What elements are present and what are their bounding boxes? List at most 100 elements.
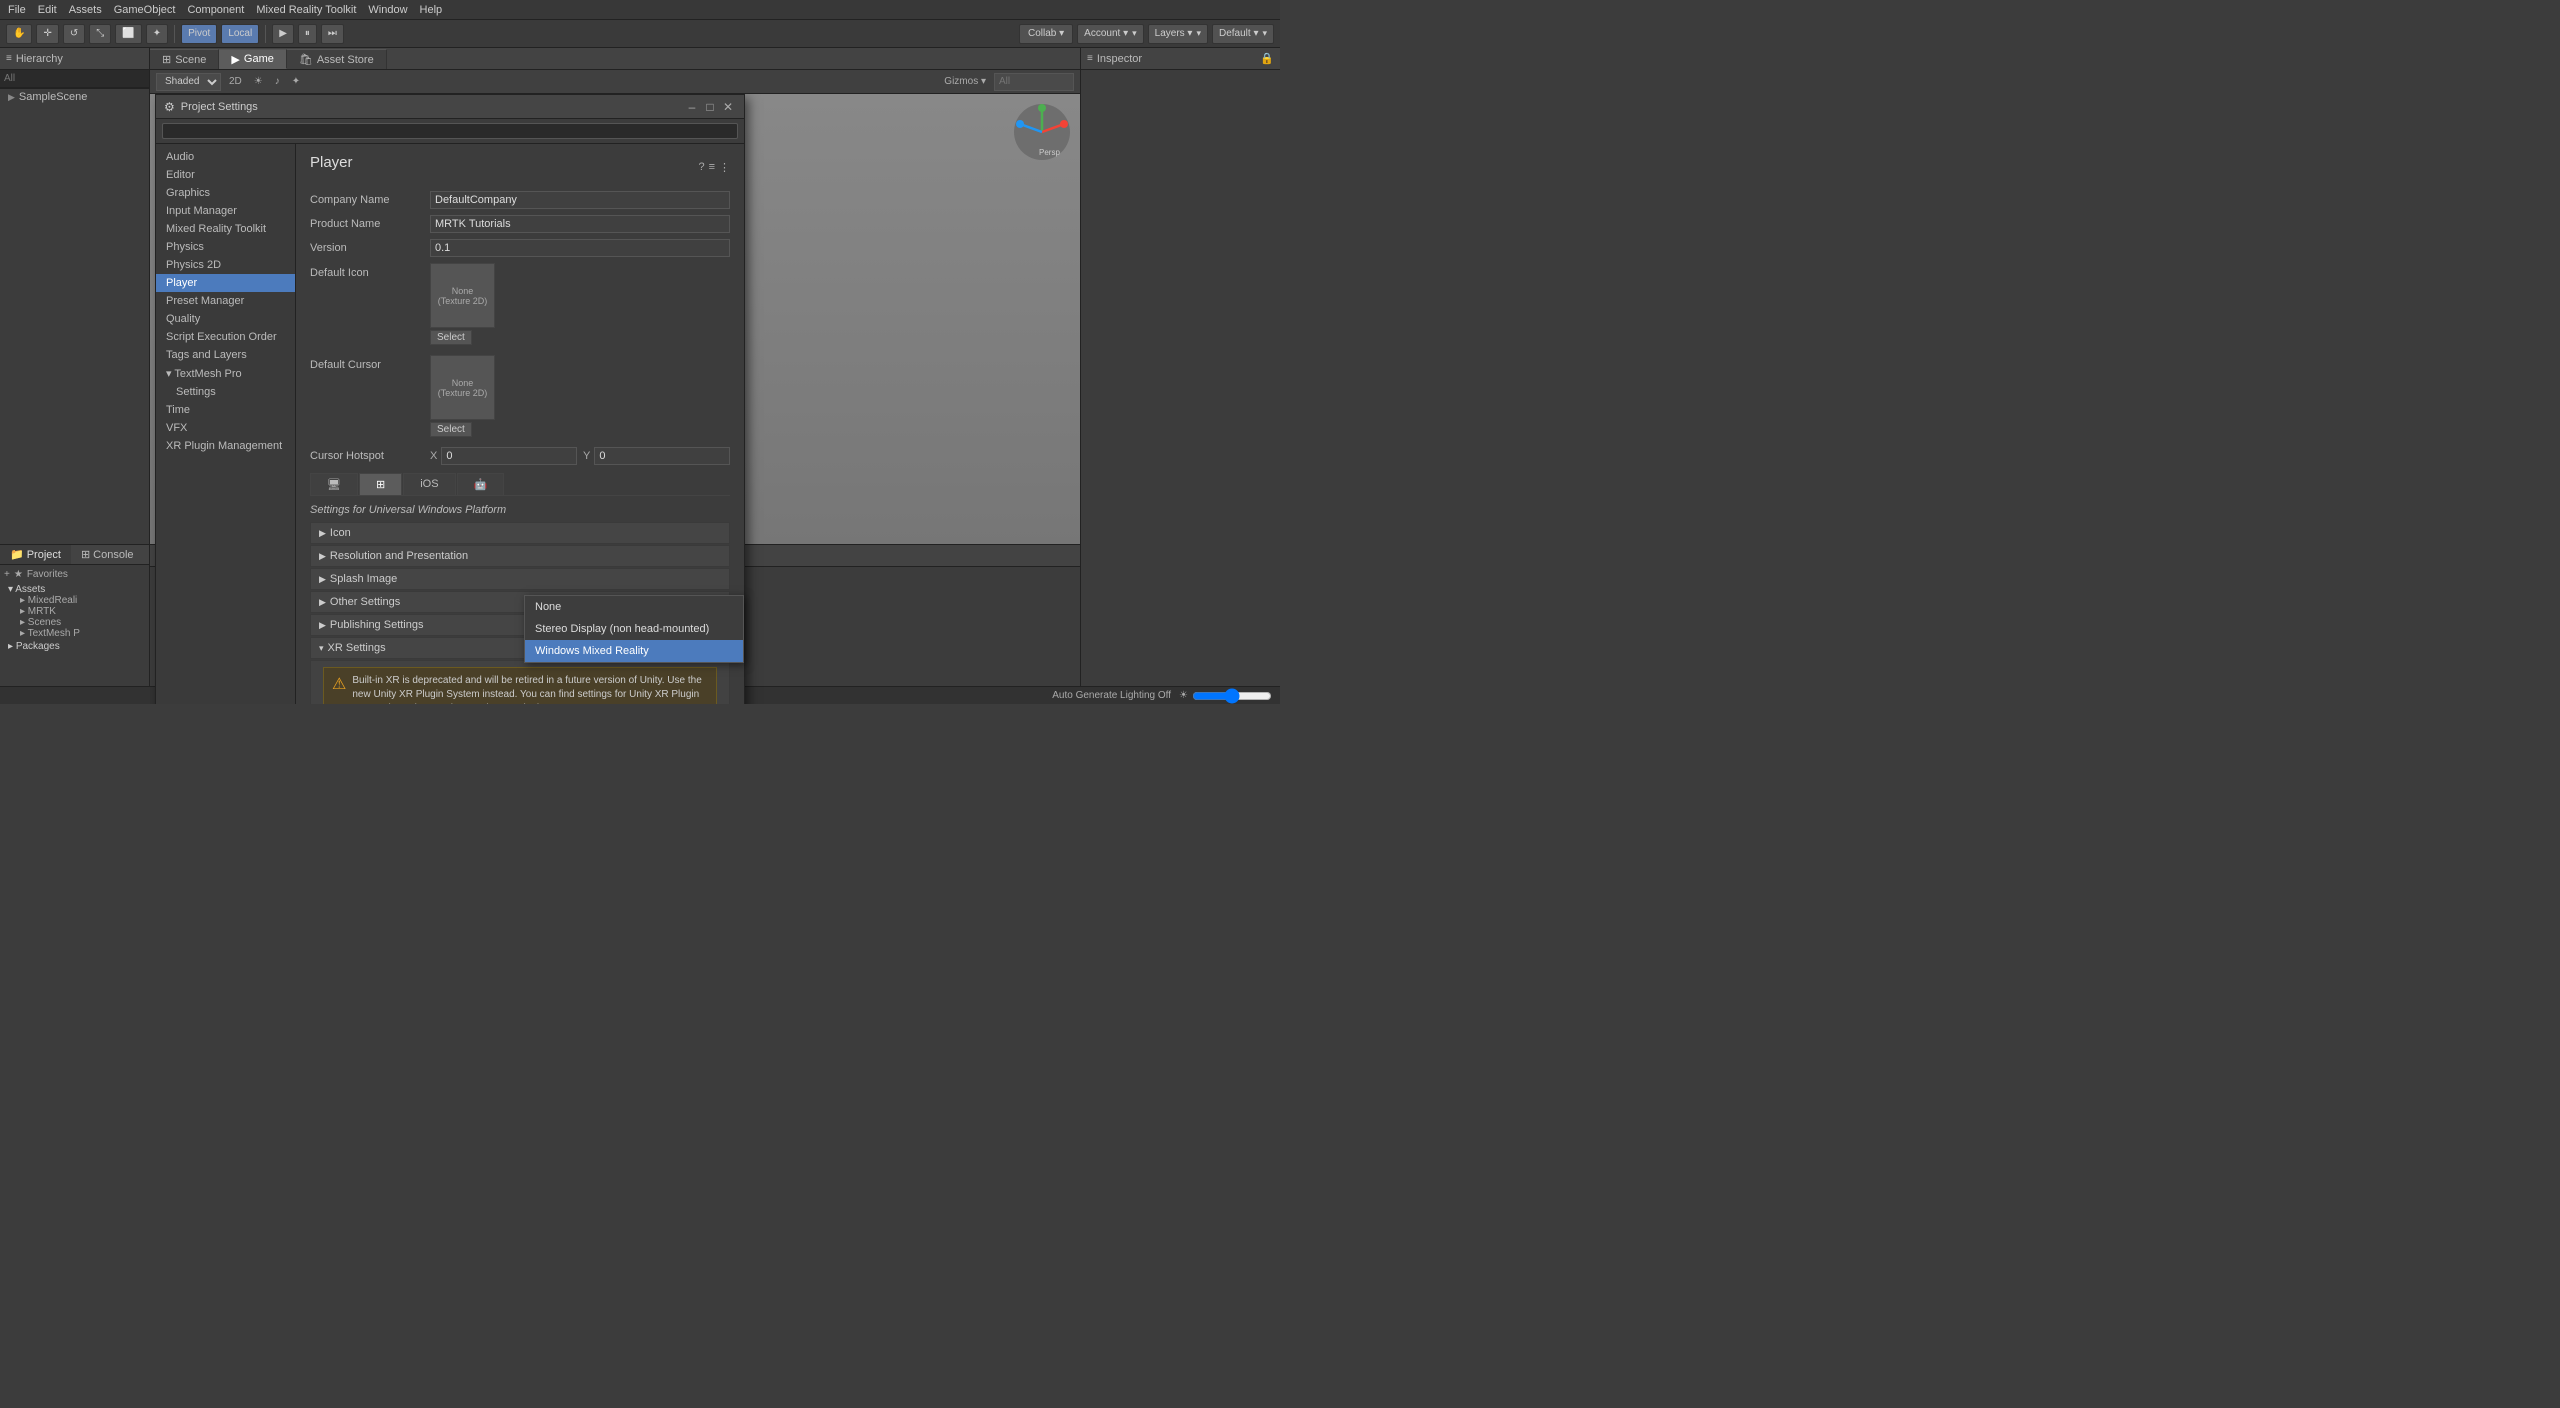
scale-tool[interactable]: ⤡	[89, 24, 111, 44]
sdk-none[interactable]: None	[525, 596, 743, 618]
help-icon[interactable]: ?	[698, 161, 704, 174]
light-toggle[interactable]: ☀	[250, 75, 267, 88]
sdk-windows-mixed-reality[interactable]: Windows Mixed Reality	[525, 640, 743, 662]
tree-textmesh[interactable]: ▸ TextMesh P	[20, 628, 145, 639]
inspector-header: ≡ Inspector 🔒	[1081, 48, 1280, 70]
shaded-dropdown[interactable]: Shaded	[156, 73, 221, 91]
account-dropdown[interactable]: Account ▾	[1077, 24, 1143, 44]
star-icon[interactable]: ★	[14, 569, 23, 580]
layers-dropdown[interactable]: Layers ▾	[1148, 24, 1208, 44]
platform-tab-desktop[interactable]: 🖥	[310, 473, 358, 495]
settings-search-input[interactable]	[162, 123, 738, 139]
settings-icon[interactable]: ≡	[709, 161, 715, 174]
tree-assets[interactable]: ▾ Assets	[8, 584, 145, 595]
step-button[interactable]: ⏭	[321, 24, 344, 44]
sidebar-player[interactable]: Player	[156, 274, 295, 292]
menu-file[interactable]: File	[8, 4, 26, 16]
sidebar-textmesh-pro[interactable]: ▾ TextMesh Pro	[156, 364, 295, 383]
local-button[interactable]: Local	[221, 24, 259, 44]
multi-tool[interactable]: ✦	[146, 24, 168, 44]
default-cursor-label: Default Cursor	[310, 355, 430, 371]
hierarchy-search[interactable]	[0, 70, 149, 88]
splash-section[interactable]: ▶ Splash Image	[310, 568, 730, 590]
scene-search[interactable]	[994, 73, 1074, 91]
arrow-icon: ▶	[8, 92, 15, 103]
icon-none-text: None(Texture 2D)	[438, 286, 488, 306]
pause-button[interactable]: ⏸	[298, 24, 317, 44]
default-cursor-row: Default Cursor None(Texture 2D) Select	[310, 355, 730, 437]
tab-game[interactable]: ▶ Game	[219, 49, 286, 69]
audio-toggle[interactable]: ♪	[271, 75, 284, 88]
play-button[interactable]: ▶	[272, 24, 294, 44]
menu-assets[interactable]: Assets	[69, 4, 102, 16]
move-tool[interactable]: ✛	[36, 24, 58, 44]
platform-tab-ios[interactable]: iOS	[403, 473, 455, 495]
sidebar-graphics[interactable]: Graphics	[156, 184, 295, 202]
collab-button[interactable]: Collab ▾	[1019, 24, 1073, 44]
2d-toggle[interactable]: 2D	[225, 75, 246, 88]
icon-section[interactable]: ▶ Icon	[310, 522, 730, 544]
tab-project-label: Project	[27, 549, 61, 561]
sidebar-input-manager[interactable]: Input Manager	[156, 202, 295, 220]
hand-tool[interactable]: ✋	[6, 24, 32, 44]
sidebar-editor[interactable]: Editor	[156, 166, 295, 184]
company-name-input[interactable]	[430, 191, 730, 209]
menu-window[interactable]: Window	[368, 4, 407, 16]
menu-mixed-reality[interactable]: Mixed Reality Toolkit	[256, 4, 356, 16]
sdk-stereo-display[interactable]: Stereo Display (non head-mounted)	[525, 618, 743, 640]
sidebar-physics[interactable]: Physics	[156, 238, 295, 256]
hierarchy-title: Hierarchy	[16, 53, 63, 65]
publishing-section-label: Publishing Settings	[330, 619, 424, 631]
icon-select-button[interactable]: Select	[430, 330, 472, 345]
hotspot-x-input[interactable]	[441, 447, 577, 465]
tab-console[interactable]: ⊞ Console	[71, 545, 144, 564]
modal-maximize[interactable]: □	[702, 99, 718, 115]
resolution-section[interactable]: ▶ Resolution and Presentation	[310, 545, 730, 567]
tab-project[interactable]: 📁 Project	[0, 545, 71, 564]
modal-overlay: ⚙ Project Settings – □ ✕	[150, 94, 1080, 704]
sidebar-physics-2d[interactable]: Physics 2D	[156, 256, 295, 274]
modal-minimize[interactable]: –	[684, 99, 700, 115]
sidebar-textmesh-settings[interactable]: Settings	[156, 383, 295, 401]
hierarchy-item-samplescene[interactable]: ▶ SampleScene	[0, 89, 149, 105]
fx-toggle[interactable]: ✦	[288, 75, 304, 88]
cursor-none-text: None(Texture 2D)	[438, 378, 488, 398]
product-name-label: Product Name	[310, 218, 430, 230]
sidebar-audio[interactable]: Audio	[156, 148, 295, 166]
sidebar-quality[interactable]: Quality	[156, 310, 295, 328]
modal-close[interactable]: ✕	[720, 99, 736, 115]
inspector-lock[interactable]: 🔒	[1260, 52, 1274, 65]
sidebar-tags-layers[interactable]: Tags and Layers	[156, 346, 295, 364]
menu-component[interactable]: Component	[187, 4, 244, 16]
tree-scenes[interactable]: ▸ Scenes	[20, 617, 145, 628]
product-name-input[interactable]	[430, 215, 730, 233]
tab-scene[interactable]: ⊞ Scene	[150, 49, 219, 69]
pivot-button[interactable]: Pivot	[181, 24, 217, 44]
rotate-tool[interactable]: ↺	[63, 24, 85, 44]
hotspot-y-input[interactable]	[594, 447, 730, 465]
sidebar-time[interactable]: Time	[156, 401, 295, 419]
platform-tab-windows[interactable]: ⊞	[359, 473, 402, 495]
sidebar-vfx[interactable]: VFX	[156, 419, 295, 437]
rect-tool[interactable]: ⬜	[115, 24, 141, 44]
menu-edit[interactable]: Edit	[38, 4, 57, 16]
more-icon[interactable]: ⋮	[719, 161, 730, 174]
tree-mixedreali[interactable]: ▸ MixedReali	[20, 595, 145, 606]
add-icon[interactable]: +	[4, 569, 10, 580]
tab-asset-store[interactable]: 🛍 Asset Store	[287, 49, 387, 69]
sidebar-xr-plugin[interactable]: XR Plugin Management	[156, 437, 295, 455]
version-input[interactable]	[430, 239, 730, 257]
brightness-slider[interactable]	[1192, 688, 1272, 704]
menu-gameobject[interactable]: GameObject	[114, 4, 176, 16]
gizmos-button[interactable]: Gizmos ▾	[940, 75, 990, 88]
sidebar-mixed-reality-toolkit[interactable]: Mixed Reality Toolkit	[156, 220, 295, 238]
menu-help[interactable]: Help	[420, 4, 443, 16]
layout-dropdown[interactable]: Default ▾	[1212, 24, 1274, 44]
sidebar-preset-manager[interactable]: Preset Manager	[156, 292, 295, 310]
platform-tab-android[interactable]: 🤖	[457, 473, 505, 495]
tree-packages[interactable]: ▸ Packages	[8, 641, 145, 652]
tree-mrtk[interactable]: ▸ MRTK	[20, 606, 145, 617]
cursor-select-button[interactable]: Select	[430, 422, 472, 437]
sidebar-script-execution[interactable]: Script Execution Order	[156, 328, 295, 346]
publishing-arrow: ▶	[319, 620, 326, 631]
